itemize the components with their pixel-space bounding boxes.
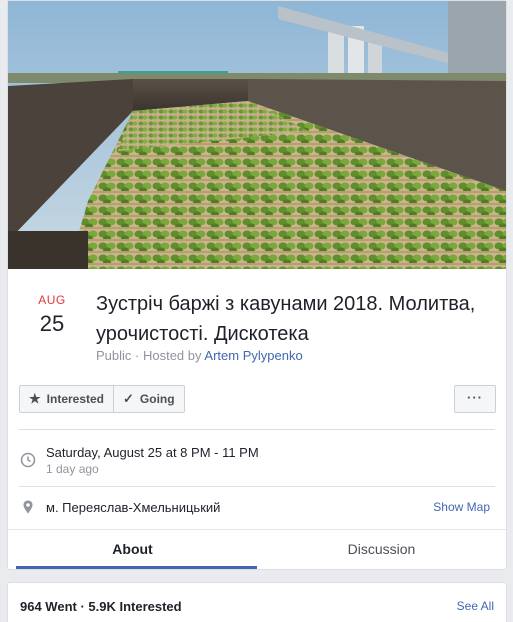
attendance-card: 964 Went · 5.9K Interested See All [7,582,507,622]
divider [19,486,495,487]
clock-icon [20,452,36,468]
check-icon: ✓ [123,391,134,406]
attendance-summary[interactable]: 964 Went · 5.9K Interested [20,599,182,614]
event-host-line: Public · Hosted by Artem Pylypenko [96,348,303,363]
cover-photo[interactable] [8,1,506,269]
event-tabs: About Discussion [8,529,506,569]
map-pin-icon [23,500,33,514]
hosted-by-label: · Hosted by [131,348,205,363]
show-map-link[interactable]: Show Map [433,500,490,514]
see-all-link[interactable]: See All [457,599,494,613]
event-day: 25 [39,311,65,336]
more-options-button[interactable]: ··· [454,385,496,413]
divider [19,429,495,430]
interested-label: Interested [46,392,105,406]
event-location[interactable]: м. Переяслав-Хмельницький [46,500,220,515]
tab-about[interactable]: About [8,530,257,569]
event-date: AUG 25 [28,293,76,337]
event-month: AUG [38,293,66,307]
event-title: Зустріч баржі з кавунами 2018. Молитва, … [96,293,476,345]
event-relative-time: 1 day ago [46,462,99,476]
tab-discussion[interactable]: Discussion [257,530,506,569]
star-icon: ★ [29,391,41,406]
event-card: AUG 25 Зустріч баржі з кавунами 2018. Мо… [7,0,507,570]
interested-button[interactable]: ★ Interested [20,386,113,412]
host-link[interactable]: Artem Pylypenko [204,348,302,363]
going-label: Going [139,392,175,406]
rsvp-buttons: ★ Interested ✓ Going [19,385,185,413]
going-button[interactable]: ✓ Going [113,386,184,412]
cover-photo-image [8,1,506,269]
event-privacy: Public [96,348,132,363]
event-datetime[interactable]: Saturday, August 25 at 8 PM - 11 PM [46,445,259,460]
